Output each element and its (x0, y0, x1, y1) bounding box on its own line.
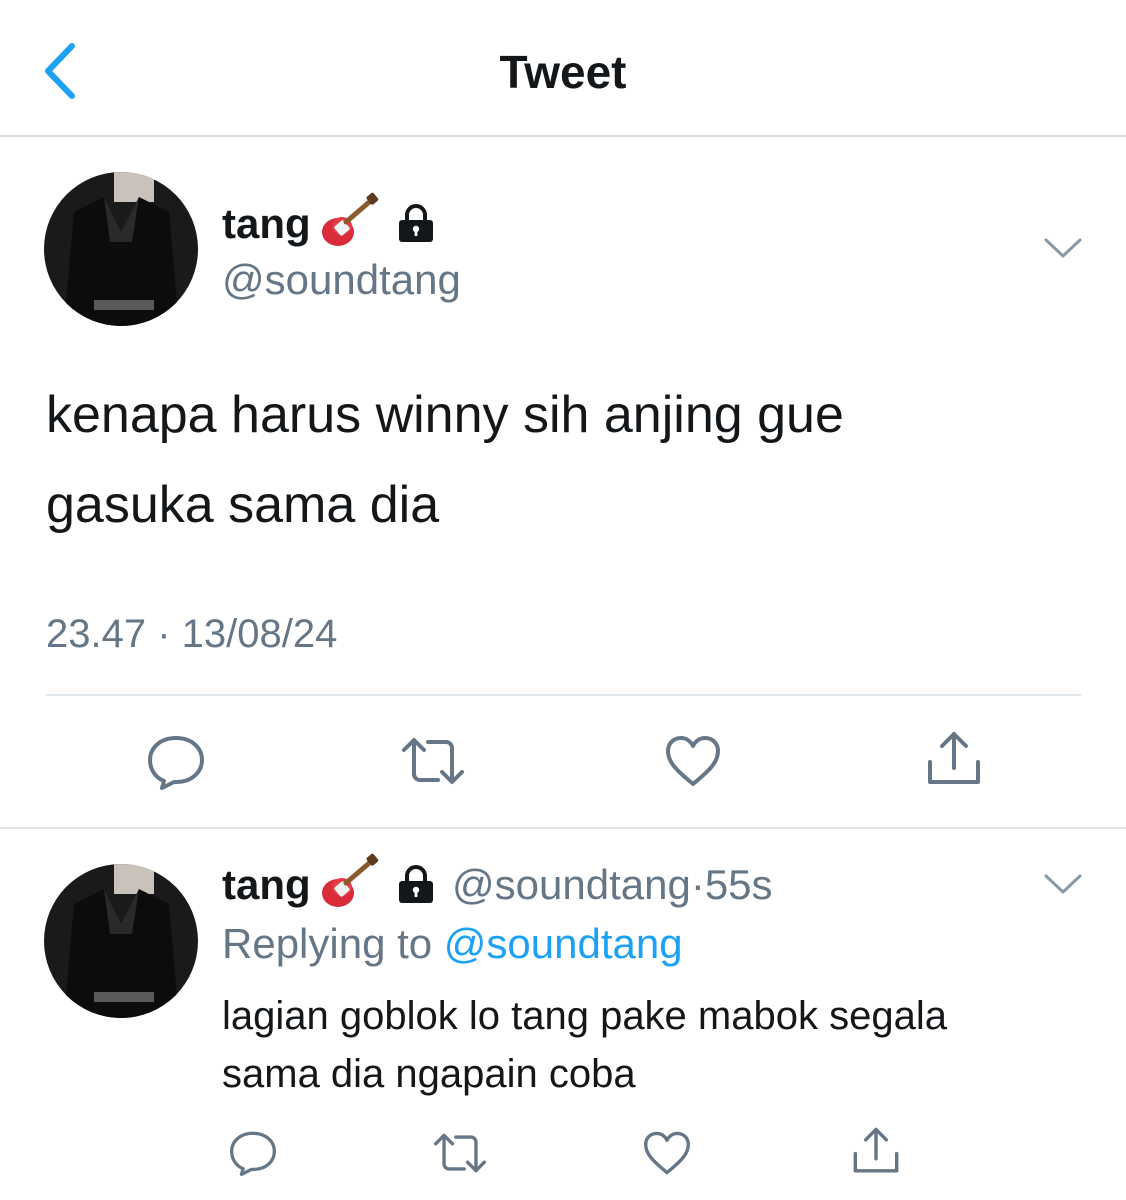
reply-button[interactable] (228, 1130, 278, 1181)
avatar[interactable] (44, 864, 198, 1018)
share-button[interactable] (850, 1126, 902, 1181)
chevron-down-icon[interactable] (1042, 234, 1084, 262)
tweet-text-line: kenapa harus winny sih anjing gue (46, 386, 844, 444)
handle[interactable]: @soundtang (222, 255, 461, 305)
guitar-icon (322, 192, 379, 246)
reply-text: lagian goblok lo tang pake mabok segala … (222, 987, 947, 1103)
timestamp: 23.47 · 13/08/24 (46, 612, 338, 656)
display-name[interactable]: tang (222, 860, 311, 910)
share-button[interactable] (924, 730, 984, 793)
reply-meta: @soundtang·55s (452, 860, 773, 910)
like-icon (644, 1131, 690, 1175)
like-icon (666, 736, 720, 786)
reply-icon (230, 1131, 277, 1176)
replying-to-link[interactable]: @soundtang (444, 920, 683, 967)
retweet-icon (433, 1133, 487, 1173)
page-title: Tweet (499, 46, 627, 98)
reply-text-line: lagian goblok lo tang pake mabok segala (222, 994, 947, 1038)
tweet-text: kenapa harus winny sih anjing gue gasuka… (46, 370, 844, 550)
retweet-icon (402, 738, 464, 784)
reply-button[interactable] (146, 734, 206, 795)
like-button[interactable] (664, 734, 722, 793)
reply-text-line: sama dia ngapain coba (222, 1052, 636, 1096)
display-name[interactable]: tang (222, 199, 311, 249)
lock-icon (399, 204, 433, 242)
divider (0, 827, 1126, 829)
retweet-button[interactable] (400, 736, 466, 791)
tweet-text-line: gasuka sama dia (46, 476, 440, 534)
replying-to-label: Replying to (222, 920, 433, 967)
handle[interactable]: @soundtang (452, 861, 691, 908)
lock-icon (399, 865, 433, 903)
like-button[interactable] (642, 1130, 692, 1181)
replying-to: Replying to @soundtang (222, 919, 683, 969)
share-icon (928, 732, 980, 784)
divider (46, 694, 1081, 696)
share-icon (853, 1127, 899, 1173)
chevron-down-icon[interactable] (1042, 870, 1084, 898)
avatar[interactable] (44, 172, 198, 326)
tweet-age: 55s (704, 861, 773, 908)
reply-icon (148, 736, 204, 790)
retweet-button[interactable] (432, 1132, 488, 1179)
guitar-icon (322, 853, 379, 907)
separator: · (690, 861, 705, 908)
